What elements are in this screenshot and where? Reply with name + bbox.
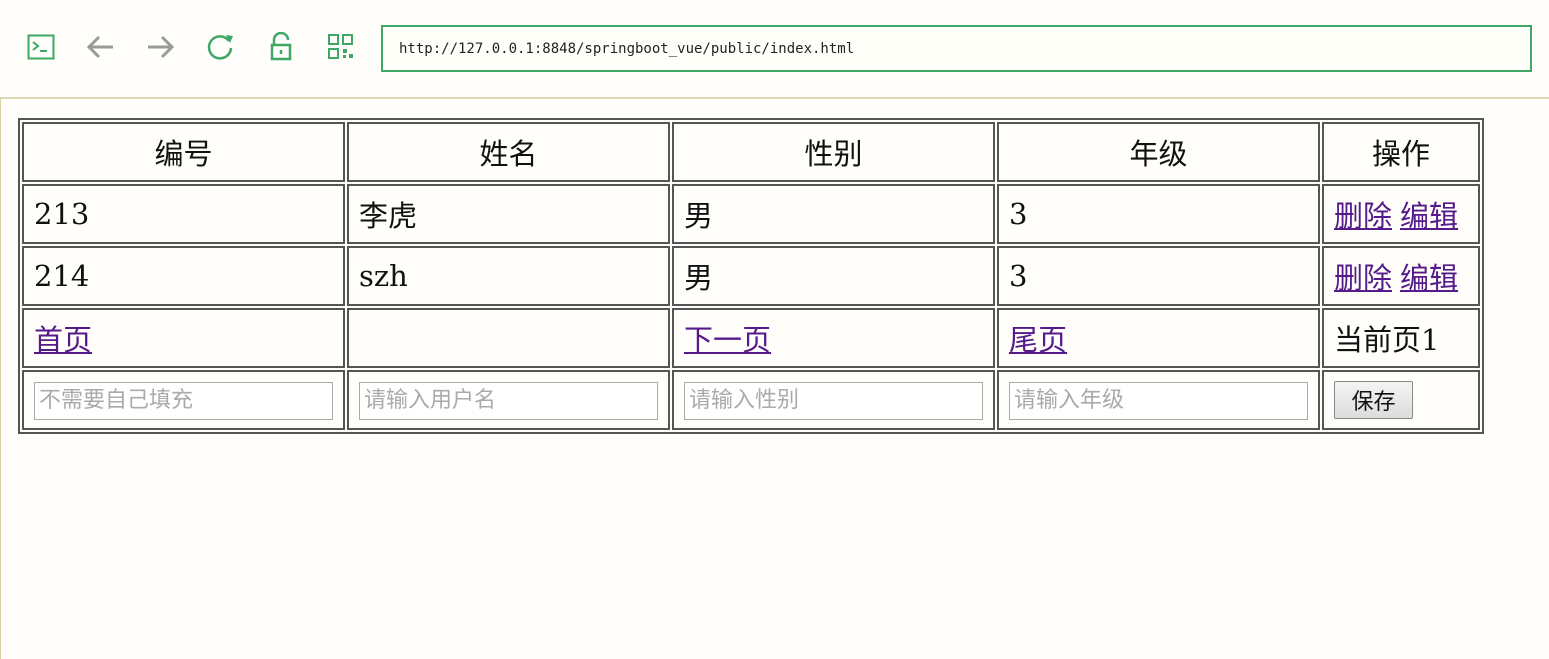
save-button[interactable]: 保存 — [1334, 381, 1413, 419]
header-name: 姓名 — [347, 122, 670, 182]
pagination-empty-cell — [347, 308, 670, 368]
back-arrow-icon[interactable] — [86, 32, 116, 62]
edit-link[interactable]: 编辑 — [1400, 261, 1458, 295]
unlock-icon[interactable] — [266, 32, 296, 62]
name-field[interactable] — [359, 381, 658, 420]
form-id-cell — [22, 370, 345, 430]
current-page-label: 当前页1 — [1322, 308, 1480, 368]
delete-link[interactable]: 删除 — [1334, 199, 1392, 233]
id-field[interactable] — [34, 381, 333, 420]
table-row: 213 李虎 男 3 删除 编辑 — [22, 184, 1480, 244]
cell-gender: 男 — [672, 184, 995, 244]
cell-actions: 删除 编辑 — [1322, 246, 1480, 306]
reload-icon[interactable] — [205, 32, 235, 62]
terminal-icon[interactable] — [26, 32, 56, 62]
pagination-row: 首页 下一页 尾页 当前页1 — [22, 308, 1480, 368]
browser-toolbar — [0, 0, 1549, 99]
table-header-row: 编号 姓名 性别 年级 操作 — [22, 122, 1480, 182]
last-page-link[interactable]: 尾页 — [1009, 323, 1067, 357]
form-grade-cell — [997, 370, 1320, 430]
cell-grade: 3 — [997, 246, 1320, 306]
qrcode-icon[interactable] — [326, 32, 356, 62]
cell-id: 213 — [22, 184, 345, 244]
pagination-first-cell: 首页 — [22, 308, 345, 368]
grade-field[interactable] — [1009, 381, 1308, 420]
pagination-next-cell: 下一页 — [672, 308, 995, 368]
address-bar[interactable] — [381, 25, 1532, 72]
header-actions: 操作 — [1322, 122, 1480, 182]
table-row: 214 szh 男 3 删除 编辑 — [22, 246, 1480, 306]
cell-actions: 删除 编辑 — [1322, 184, 1480, 244]
edit-link[interactable]: 编辑 — [1400, 199, 1458, 233]
form-name-cell — [347, 370, 670, 430]
gender-field[interactable] — [684, 381, 983, 420]
cell-gender: 男 — [672, 246, 995, 306]
cell-name: szh — [347, 246, 670, 306]
form-row: 保存 — [22, 370, 1480, 430]
form-gender-cell — [672, 370, 995, 430]
cell-name: 李虎 — [347, 184, 670, 244]
header-gender: 性别 — [672, 122, 995, 182]
forward-arrow-icon[interactable] — [145, 32, 175, 62]
student-table: 编号 姓名 性别 年级 操作 213 李虎 男 3 删除 编辑 214 szh 男… — [18, 118, 1484, 434]
next-page-link[interactable]: 下一页 — [684, 323, 771, 357]
first-page-link[interactable]: 首页 — [34, 323, 92, 357]
pagination-last-cell: 尾页 — [997, 308, 1320, 368]
delete-link[interactable]: 删除 — [1334, 261, 1392, 295]
url-input[interactable] — [399, 40, 1530, 57]
cell-grade: 3 — [997, 184, 1320, 244]
form-save-cell: 保存 — [1322, 370, 1480, 430]
header-grade: 年级 — [997, 122, 1320, 182]
header-id: 编号 — [22, 122, 345, 182]
cell-id: 214 — [22, 246, 345, 306]
